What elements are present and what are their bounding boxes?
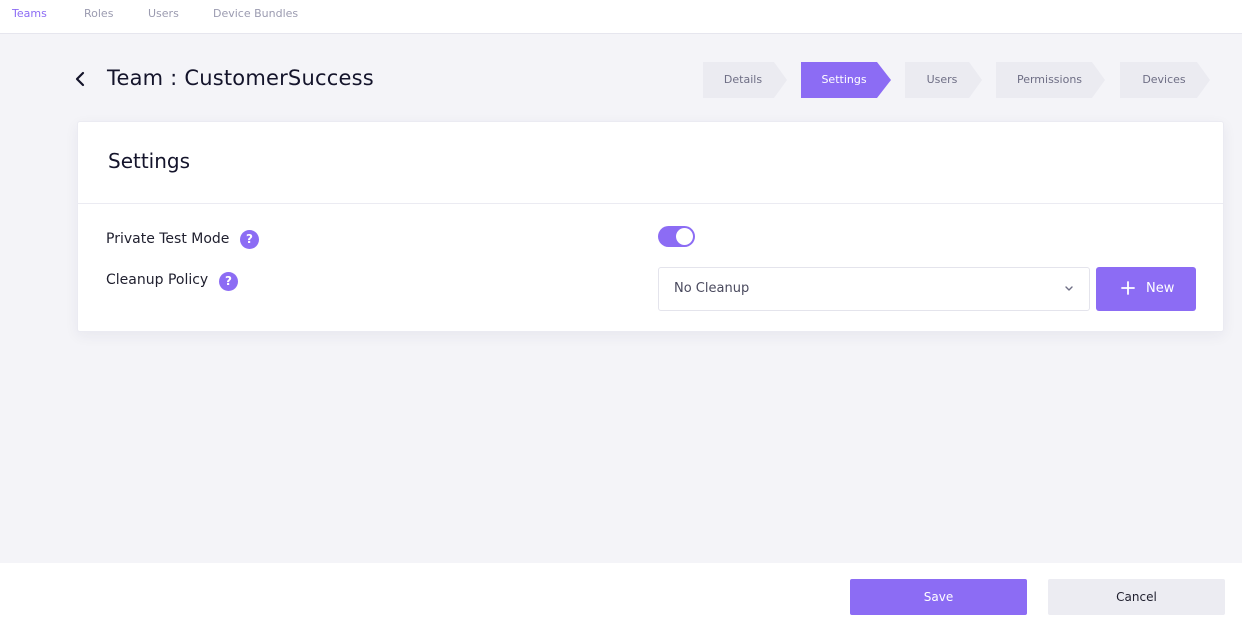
step-details[interactable]: Details: [703, 62, 787, 98]
cleanup-policy-select[interactable]: No Cleanup: [658, 267, 1090, 311]
save-button[interactable]: Save: [850, 579, 1027, 615]
new-cleanup-policy-button[interactable]: New: [1096, 267, 1196, 311]
cancel-button[interactable]: Cancel: [1048, 579, 1225, 615]
tab-roles[interactable]: Roles: [84, 7, 113, 20]
step-settings-label: Settings: [821, 73, 867, 86]
step-permissions-label: Permissions: [1016, 73, 1083, 86]
private-test-mode-help-icon[interactable]: ?: [240, 230, 259, 249]
page-title: Team : CustomerSuccess: [107, 66, 374, 90]
private-test-mode-label: Private Test Mode: [106, 231, 230, 247]
footer-bar: Save Cancel: [0, 563, 1242, 625]
cleanup-policy-label: Cleanup Policy: [106, 272, 209, 288]
new-button-label: New: [1146, 281, 1175, 296]
chevron-down-icon: [1065, 286, 1073, 291]
tab-device-bundles[interactable]: Device Bundles: [213, 7, 298, 20]
step-details-label: Details: [723, 73, 763, 86]
back-button[interactable]: [72, 68, 90, 90]
step-permissions[interactable]: Permissions: [996, 62, 1105, 98]
step-devices-label: Devices: [1142, 73, 1186, 86]
top-nav: Teams Roles Users Device Bundles: [0, 0, 1242, 34]
plus-icon: [1121, 281, 1135, 295]
tab-teams[interactable]: Teams: [12, 7, 47, 20]
step-users[interactable]: Users: [905, 62, 982, 98]
step-devices[interactable]: Devices: [1120, 62, 1210, 98]
cleanup-policy-help-icon[interactable]: ?: [219, 272, 238, 291]
settings-card: Settings Private Test Mode ? Cleanup Pol…: [77, 121, 1224, 332]
private-test-mode-toggle[interactable]: [658, 226, 695, 247]
cleanup-policy-value: No Cleanup: [674, 281, 750, 296]
chevron-left-icon: [75, 71, 85, 87]
toggle-knob: [676, 228, 693, 245]
tab-users[interactable]: Users: [148, 7, 179, 20]
step-settings[interactable]: Settings: [801, 62, 891, 98]
settings-card-header: Settings: [78, 122, 1223, 204]
step-users-label: Users: [926, 73, 958, 86]
settings-card-title: Settings: [108, 149, 191, 173]
